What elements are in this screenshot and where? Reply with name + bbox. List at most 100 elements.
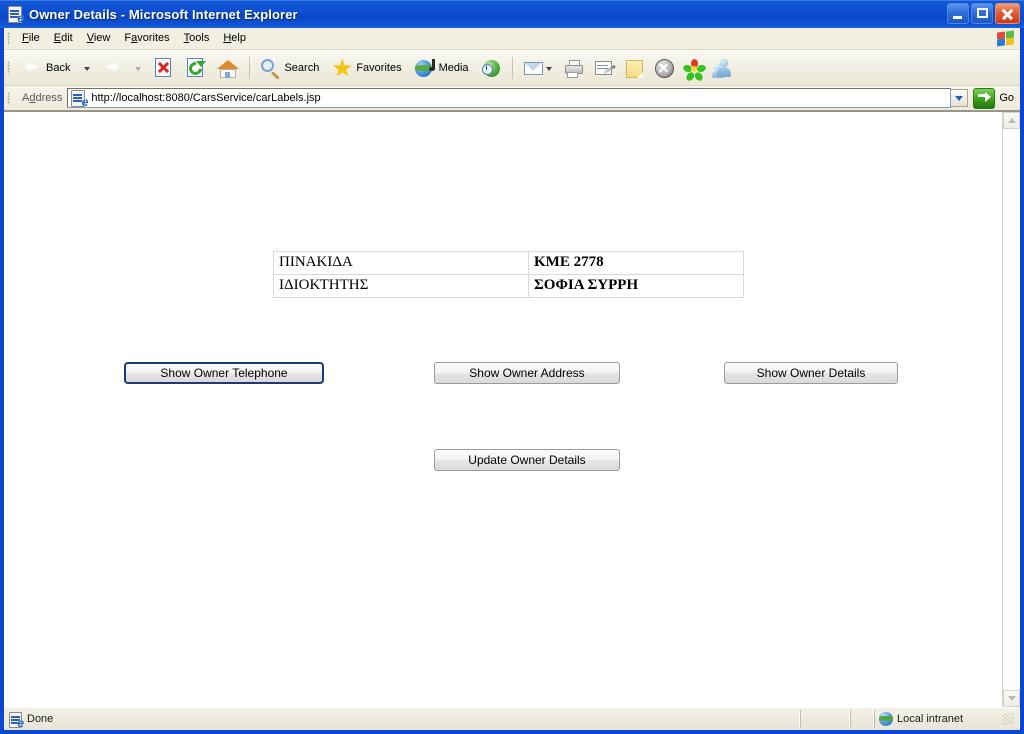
- table-cell-key: ΠΙΝΑΚΙΔΑ: [274, 252, 528, 274]
- menu-bar: File Edit View Favorites Tools Help: [4, 28, 1020, 50]
- chevron-down-icon: [955, 95, 964, 101]
- back-dropdown-button[interactable]: [78, 52, 97, 84]
- scroll-up-button[interactable]: [1003, 112, 1020, 129]
- history-button[interactable]: [477, 52, 507, 84]
- status-message: Done: [27, 713, 54, 725]
- menu-grip[interactable]: [7, 32, 10, 45]
- search-button[interactable]: Search: [255, 52, 327, 84]
- scroll-up-arrow-icon: [1007, 118, 1016, 123]
- update-owner-details-button[interactable]: Update Owner Details: [434, 449, 620, 471]
- menu-favorites-label: vorites: [137, 32, 170, 44]
- stop-icon: [152, 56, 176, 80]
- resize-grip[interactable]: [1002, 713, 1014, 725]
- status-bar: e Done Local intranet: [4, 707, 1020, 730]
- chevron-down-icon: [84, 66, 91, 71]
- mail-icon: [522, 57, 544, 79]
- content-area: ΠΙΝΑΚΙΔΑ ΚΜΕ 2778 ΙΔΙΟΚΤΗΤΗΣ ΣΟΦΙΑ ΣΥΡΡΗ…: [4, 111, 1020, 707]
- home-button[interactable]: [212, 52, 244, 84]
- owner-details-table: ΠΙΝΑΚΙΔΑ ΚΜΕ 2778 ΙΔΙΟΚΤΗΤΗΣ ΣΟΦΙΑ ΣΥΡΡΗ: [273, 251, 744, 298]
- table-row: ΠΙΝΑΚΙΔΑ ΚΜΕ 2778: [274, 252, 743, 274]
- back-button-label: Back: [46, 61, 71, 74]
- menu-view-label: iew: [93, 32, 111, 44]
- windows-flag-logo: [994, 29, 1016, 48]
- chevron-down-icon: [135, 66, 142, 71]
- msn-messenger-icon: [711, 57, 735, 79]
- show-owner-telephone-button[interactable]: Show Owner Telephone: [124, 362, 324, 384]
- address-input[interactable]: e http://localhost:8080/CarsService/carL…: [67, 88, 952, 108]
- menu-view[interactable]: View: [80, 29, 118, 48]
- forward-button: [97, 52, 129, 84]
- security-zone-pane[interactable]: Local intranet: [874, 710, 1020, 728]
- status-pane-empty-2: [850, 710, 874, 728]
- media-button[interactable]: Media: [410, 52, 477, 84]
- table-cell-value: ΣΟΦΙΑ ΣΥΡΡΗ: [529, 275, 743, 297]
- maximize-button[interactable]: [971, 3, 993, 24]
- status-message-pane: e Done: [4, 710, 800, 729]
- title-bar: e Owner Details - Microsoft Internet Exp…: [0, 0, 1024, 28]
- table-cell-value: ΚΜΕ 2778: [529, 252, 743, 274]
- toolbar-grip[interactable]: [7, 61, 10, 74]
- scroll-down-button[interactable]: [1003, 690, 1020, 707]
- messenger-blocked-button[interactable]: [649, 52, 679, 84]
- chevron-down-icon: [545, 66, 552, 71]
- close-button[interactable]: [995, 3, 1020, 24]
- minimize-button[interactable]: [947, 3, 969, 24]
- address-bar-grip[interactable]: [7, 91, 10, 105]
- toolbar-separator: [511, 56, 513, 79]
- address-url-text: http://localhost:8080/CarsService/carLab…: [91, 92, 321, 104]
- notes-button[interactable]: [619, 52, 649, 84]
- web-page: ΠΙΝΑΚΙΔΑ ΚΜΕ 2778 ΙΔΙΟΚΤΗΤΗΣ ΣΟΦΙΑ ΣΥΡΡΗ…: [4, 112, 1002, 707]
- edit-button[interactable]: [589, 52, 619, 84]
- home-icon: [216, 56, 240, 80]
- address-dropdown-button[interactable]: [951, 89, 969, 107]
- ie-page-icon: e: [71, 90, 88, 108]
- history-icon: [481, 57, 503, 79]
- menu-tools-label: ools: [189, 32, 210, 44]
- favorites-button-label: Favorites: [356, 61, 402, 74]
- toolbar: Back Search Favorites Media: [4, 50, 1020, 86]
- stop-button[interactable]: [148, 52, 180, 84]
- search-icon: [259, 57, 281, 80]
- edit-icon: [593, 57, 616, 79]
- messenger-blocked-icon: [653, 57, 675, 79]
- favorites-button[interactable]: Favorites: [327, 52, 409, 84]
- menu-help-label: elp: [231, 32, 246, 44]
- toolbar-separator: [249, 56, 251, 79]
- menu-help[interactable]: Help: [216, 29, 253, 48]
- window-icon[interactable]: e: [7, 6, 24, 24]
- notes-icon: [623, 57, 645, 79]
- menu-favorites[interactable]: Favorites: [117, 29, 176, 48]
- menu-edit-label: dit: [61, 32, 73, 44]
- window-controls: [947, 3, 1020, 24]
- forward-dropdown-button: [129, 52, 148, 84]
- table-cell-key: ΙΔΙΟΚΤΗΤΗΣ: [274, 275, 528, 297]
- icq-icon: [681, 57, 707, 82]
- refresh-icon: [184, 56, 208, 80]
- security-zone-label: Local intranet: [897, 713, 964, 725]
- mail-button[interactable]: [518, 52, 559, 84]
- back-button[interactable]: Back: [15, 52, 78, 84]
- icq-button[interactable]: [679, 52, 709, 84]
- favorites-icon: [331, 57, 353, 79]
- search-button-label: Search: [284, 61, 320, 74]
- address-label: Address: [22, 92, 63, 104]
- show-owner-details-button[interactable]: Show Owner Details: [724, 362, 898, 384]
- menu-file[interactable]: File: [15, 29, 47, 48]
- vertical-scrollbar[interactable]: [1002, 112, 1020, 707]
- go-button[interactable]: Go: [971, 87, 1020, 109]
- scrollbar-track[interactable]: [1003, 129, 1020, 690]
- go-button-label: Go: [999, 92, 1014, 104]
- menu-tools[interactable]: Tools: [177, 29, 217, 48]
- menu-file-label: ile: [28, 32, 40, 44]
- menu-edit[interactable]: Edit: [47, 29, 80, 48]
- print-button[interactable]: [559, 52, 589, 84]
- go-arrow-icon: [973, 87, 996, 109]
- forward-icon: [101, 56, 125, 80]
- ie-page-icon: e: [8, 711, 24, 729]
- back-icon: [19, 56, 43, 80]
- address-bar: Address e http://localhost:8080/CarsServ…: [4, 86, 1020, 111]
- show-owner-address-button[interactable]: Show Owner Address: [434, 362, 620, 384]
- msn-messenger-button[interactable]: [709, 52, 739, 84]
- refresh-button[interactable]: [180, 52, 212, 84]
- intranet-globe-icon: [879, 712, 893, 726]
